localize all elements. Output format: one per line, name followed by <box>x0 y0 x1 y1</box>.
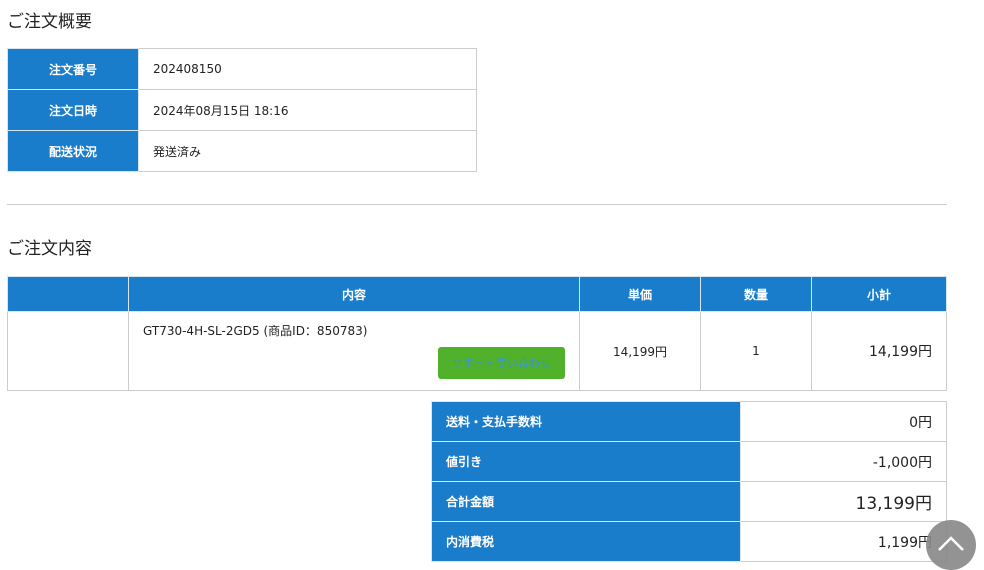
order-details-title: ご注文内容 <box>7 239 92 259</box>
totals-table: 送料・支払手数料 0円 値引き -1,000円 合計金額 13,199円 内消費税 1,… <box>431 401 947 562</box>
order-summary-title: ご注文概要 <box>7 12 92 32</box>
tax-value: 1,199円 <box>740 521 947 562</box>
discount-label: 値引き <box>431 441 741 482</box>
table-row: GT730-4H-SL-2GD5 (商品ID：850783) サポート問い合わせ… <box>7 311 947 391</box>
item-subtotal: 14,199円 <box>811 311 947 391</box>
order-items-table: 内容 単価 数量 小計 GT730-4H-SL-2GD5 (商品ID：85078… <box>7 276 947 391</box>
chevron-up-icon <box>938 536 964 551</box>
order-date-label: 注文日時 <box>7 89 139 131</box>
item-unit-price: 14,199円 <box>579 311 701 391</box>
shipping-fee-label: 送料・支払手数料 <box>431 401 741 442</box>
table-row: 値引き -1,000円 <box>431 441 947 482</box>
shipping-status-label: 配送状況 <box>7 130 139 172</box>
header-content: 内容 <box>128 276 580 312</box>
table-row: 合計金額 13,199円 <box>431 481 947 522</box>
discount-value: -1,000円 <box>740 441 947 482</box>
table-row: 内消費税 1,199円 <box>431 521 947 562</box>
order-summary-table: 注文番号 202408150 注文日時 2024年08月15日 18:16 配送状況… <box>7 48 477 172</box>
support-inquiry-button[interactable]: サポート問い合わせ <box>438 347 565 379</box>
total-value: 13,199円 <box>740 481 947 522</box>
header-image <box>7 276 129 312</box>
table-header: 内容 単価 数量 小計 <box>7 276 947 312</box>
header-quantity: 数量 <box>700 276 812 312</box>
header-unit-price: 単価 <box>579 276 701 312</box>
header-subtotal: 小計 <box>811 276 947 312</box>
table-row: 注文番号 202408150 <box>7 48 477 90</box>
table-row: 配送状況 発送済み <box>7 130 477 172</box>
scroll-to-top-button[interactable] <box>926 520 976 570</box>
order-number-value: 202408150 <box>138 48 477 90</box>
total-label: 合計金額 <box>431 481 741 522</box>
tax-label: 内消費税 <box>431 521 741 562</box>
table-row: 送料・支払手数料 0円 <box>431 401 947 442</box>
item-name: GT730-4H-SL-2GD5 (商品ID：850783) <box>143 324 368 338</box>
shipping-status-value: 発送済み <box>138 130 477 172</box>
order-number-label: 注文番号 <box>7 48 139 90</box>
divider <box>7 204 947 205</box>
table-row: 注文日時 2024年08月15日 18:16 <box>7 89 477 131</box>
item-quantity: 1 <box>700 311 812 391</box>
shipping-fee-value: 0円 <box>740 401 947 442</box>
order-date-value: 2024年08月15日 18:16 <box>138 89 477 131</box>
item-image-cell <box>7 311 129 391</box>
